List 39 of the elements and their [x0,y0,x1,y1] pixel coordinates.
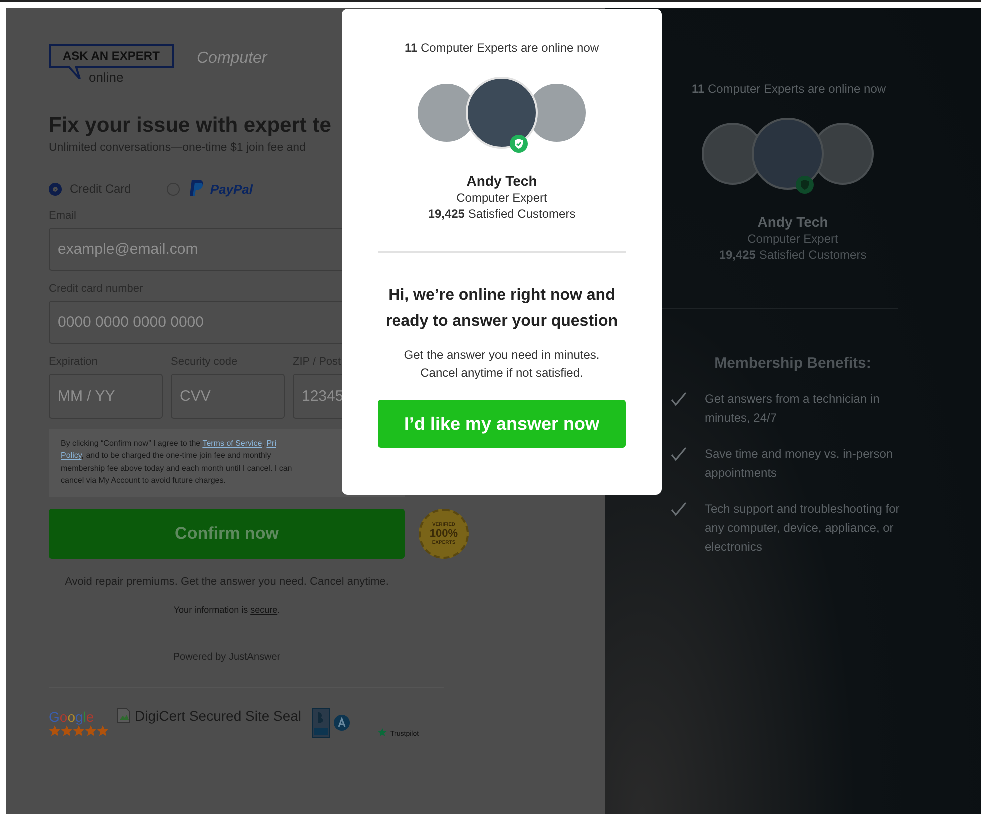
secure-link[interactable]: secure [250,604,278,615]
a-rating-icon [334,714,350,731]
google-logo: Google [49,708,96,725]
benefit-text: Tech support and troubleshooting for any computer, device, appliance, or electronics [705,501,901,556]
terms-link[interactable]: Policy [61,451,82,460]
expert-avatar [752,118,824,190]
paypal-label[interactable]: PayPal [210,182,254,196]
verified-shield-icon [510,135,528,153]
check-icon [671,392,687,406]
benefit-text: Get answers from a technician in minutes, 24/7 [705,391,881,427]
benefit-text: Save time and money vs. in-person appointments [705,446,894,482]
terms-link[interactable]: Pri [266,439,276,448]
dialog-text: Cancel anytime if not satisfied. [420,365,584,382]
confirm-button[interactable]: Confirm now [49,508,405,559]
expert-role: Computer Expert [456,191,548,205]
secure-note: Your information is secure. [174,604,280,615]
category-label: Computer [197,50,268,68]
expert-name: Andy Tech [758,214,828,230]
verified-shield-icon [796,176,814,194]
benefits-heading: Membership Benefits: [714,355,872,372]
check-icon [671,447,687,462]
expert-avatar [466,77,538,149]
bbb-logo-icon [312,708,330,738]
input-field[interactable]: CVV [171,374,285,419]
check-icon [671,502,687,516]
input-field[interactable]: MM / YY [49,374,163,419]
dialog-text: Get the answer you need in minutes. [404,347,600,364]
star-icon [378,728,387,737]
experts-online-text: 11 Computer Experts are online now [404,41,600,55]
paypal-p-icon [190,180,204,198]
satisfied-customers-text: 19,425 Satisfied Customers [428,207,576,221]
expert-role: Computer Expert [748,232,838,246]
experts-online-text: 11 Computer Experts are online now [692,82,886,96]
answer-now-button[interactable]: I’d like my answer now [378,400,626,448]
satisfied-customers-text: 19,425 Satisfied Customers [719,248,867,262]
expert-name: Andy Tech [466,173,538,189]
terms-link[interactable]: Terms of Service [202,439,262,448]
radio-button[interactable] [49,182,62,196]
broken-image-icon [117,708,131,724]
